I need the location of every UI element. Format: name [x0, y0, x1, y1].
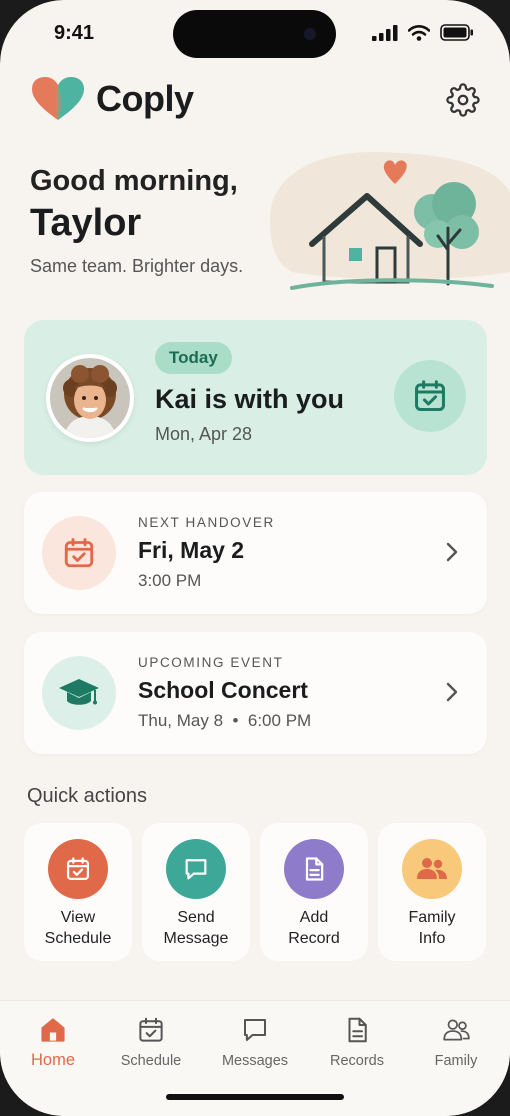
- qa-label: View Schedule: [44, 909, 112, 947]
- event-title: School Concert: [138, 677, 308, 703]
- app-screen: 9:41 Coply Good morning, Taylor Same tea…: [0, 0, 510, 1116]
- view-schedule-button[interactable]: View Schedule: [24, 823, 132, 961]
- qa-label: Family Info: [408, 909, 456, 947]
- qa-icon-circle: [166, 839, 226, 899]
- gear-icon[interactable]: [446, 83, 480, 117]
- event-datetime: Thu, May 8 • 6:00 PM: [138, 711, 312, 730]
- calendar-button[interactable]: [394, 360, 466, 432]
- wifi-icon: [408, 24, 430, 41]
- qa-label: Add Record: [288, 909, 340, 947]
- calendar-check-icon: [64, 538, 94, 568]
- tab-label: Home: [30, 1051, 75, 1069]
- document-icon: [348, 1017, 367, 1043]
- people-icon: [443, 1019, 470, 1041]
- family-info-button[interactable]: Family Info: [378, 823, 486, 961]
- message-icon: [185, 859, 207, 880]
- heart-logo-icon: [32, 77, 84, 120]
- chevron-right-icon: [446, 682, 458, 702]
- event-label: UPCOMING EVENT: [138, 655, 284, 670]
- qa-icon-circle: [48, 839, 108, 899]
- qa-icon-circle: [284, 839, 344, 899]
- today-badge: Today: [155, 342, 232, 374]
- battery-icon: [440, 24, 473, 41]
- qa-icon-circle: [402, 839, 462, 899]
- status-icons: [372, 24, 474, 41]
- tab-label: Records: [330, 1053, 384, 1069]
- qa-label: Send Message: [163, 909, 229, 947]
- quick-actions-title: Quick actions: [27, 785, 148, 807]
- avatar: [46, 354, 134, 442]
- handover-label: NEXT HANDOVER: [138, 515, 275, 530]
- phone-frame: 9:41 Coply Good morning, Taylor Same tea…: [0, 0, 510, 1116]
- app-logo: Coply: [30, 76, 194, 122]
- graduation-cap-icon: [59, 679, 99, 705]
- handover-time: 3:00 PM: [138, 571, 202, 590]
- tab-label: Messages: [221, 1053, 289, 1069]
- calendar-check-icon: [66, 857, 90, 881]
- dynamic-island: [173, 10, 336, 58]
- document-icon: [305, 857, 324, 881]
- custody-date: Mon, Apr 28: [155, 424, 253, 444]
- handover-date: Fri, May 2: [138, 537, 245, 563]
- tab-home[interactable]: Home: [3, 1015, 103, 1070]
- house-illustration: [269, 151, 510, 290]
- tab-family[interactable]: Family: [406, 1015, 506, 1069]
- calendar-check-icon: [415, 380, 445, 411]
- greeting-text: Good morning,: [30, 165, 238, 197]
- add-record-button[interactable]: Add Record: [260, 823, 368, 961]
- tab-schedule[interactable]: Schedule: [101, 1015, 201, 1069]
- today-card[interactable]: Today Kai is with you Mon, Apr 28: [24, 320, 487, 475]
- signal-icon: [372, 24, 398, 41]
- handover-icon-circle: [42, 516, 116, 590]
- status-time: 9:41: [54, 22, 95, 44]
- tab-label: Schedule: [120, 1053, 182, 1069]
- people-icon: [417, 858, 447, 879]
- camera-icon: [304, 28, 316, 40]
- chat-icon: [244, 1019, 266, 1041]
- home-icon: [41, 1018, 65, 1042]
- calendar-icon: [139, 1017, 163, 1042]
- tab-records[interactable]: Records: [307, 1015, 407, 1069]
- send-message-button[interactable]: Send Message: [142, 823, 250, 961]
- next-handover-card[interactable]: NEXT HANDOVER Fri, May 2 3:00 PM: [24, 492, 487, 614]
- tab-messages[interactable]: Messages: [205, 1015, 305, 1069]
- child-avatar-icon: [50, 358, 130, 438]
- home-indicator: [166, 1094, 344, 1100]
- user-name: Taylor: [30, 202, 142, 244]
- event-icon-circle: [42, 656, 116, 730]
- app-name: Coply: [96, 78, 194, 119]
- chevron-right-icon: [446, 542, 458, 562]
- tab-label: Family: [434, 1053, 478, 1069]
- custody-title: Kai is with you: [155, 384, 345, 414]
- upcoming-event-card[interactable]: UPCOMING EVENT School Concert Thu, May 8…: [24, 632, 487, 754]
- tagline: Same team. Brighter days.: [30, 256, 244, 276]
